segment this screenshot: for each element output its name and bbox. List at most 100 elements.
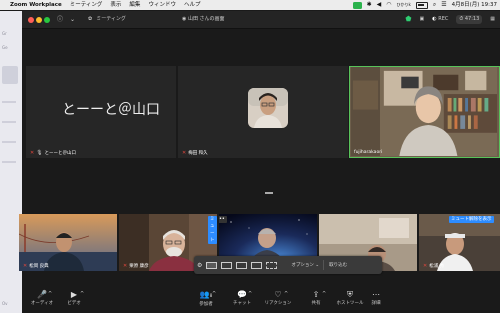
- menu-item-meeting[interactable]: ミーティング: [70, 0, 103, 10]
- participant-label: ✕ 栗原 康彦: [123, 263, 149, 269]
- chevron-up-icon[interactable]: ^: [80, 291, 84, 297]
- mute-button[interactable]: ミュート: [208, 216, 217, 244]
- reactions-label: リアクション: [264, 301, 292, 306]
- chevron-up-icon[interactable]: ^: [322, 291, 326, 297]
- recording-indicator[interactable]: ◐ REC: [432, 11, 448, 28]
- title-bar-right: ⬟ ▣ ◐ REC ⏱ 47:13 ▦: [405, 11, 495, 28]
- more-button[interactable]: ⋯ 詳細: [356, 289, 396, 306]
- ghost-text: Gr: [2, 31, 7, 36]
- options-label: オプション: [291, 263, 314, 268]
- participant-name: 梅田 和久: [188, 151, 208, 156]
- participants-label: 参加者: [199, 302, 213, 307]
- gallery-divider[interactable]: [265, 192, 273, 194]
- reactions-button[interactable]: ♡ ^ リアクション: [258, 289, 298, 306]
- chevron-down-icon[interactable]: ⌄: [70, 11, 75, 28]
- share-layout-bar: ⚙ オプション ⌄ 取り込む: [194, 256, 382, 274]
- participant-tile-umeda[interactable]: ✕ 梅田 和久: [178, 66, 348, 158]
- layout-option-icon[interactable]: [251, 261, 263, 269]
- mic-muted-icon: ✕: [423, 263, 428, 269]
- participant-avatar: [248, 88, 288, 128]
- video-camera-icon: ▶: [70, 290, 78, 299]
- menu-item-help[interactable]: ヘルプ: [184, 0, 201, 10]
- meeting-tab[interactable]: ✿ ミーティング: [88, 11, 126, 28]
- options-dropdown[interactable]: オプション ⌄: [291, 262, 319, 268]
- wifi-icon[interactable]: ◠: [386, 0, 391, 10]
- participant-tile-matsuura[interactable]: ミュート解除を表示 ✕ 松浦 秀: [419, 214, 500, 271]
- ghost-line: [2, 141, 16, 143]
- video-button[interactable]: ▶ ^ ビデオ: [54, 289, 94, 306]
- mic-muted-icon: ✕: [182, 150, 187, 156]
- view-options-icon[interactable]: ▦: [490, 11, 495, 28]
- rec-label: REC: [438, 16, 449, 22]
- ghost-line: [2, 121, 16, 123]
- chat-label: チャット: [233, 301, 251, 306]
- menu-app-name[interactable]: Zoom Workplace: [10, 0, 62, 10]
- battery-icon[interactable]: [415, 1, 428, 9]
- participant-tile-active-speaker[interactable]: fujiharakaori: [349, 66, 500, 158]
- video-label: ビデオ: [67, 301, 81, 306]
- shield-icon[interactable]: ⬟: [405, 11, 411, 28]
- meeting-timer[interactable]: ⏱ 47:13: [456, 15, 483, 24]
- participant-tile-matsuoka[interactable]: ✕ 松岡 良典: [19, 214, 117, 271]
- unmute-request-button[interactable]: ミュート解除を表示: [449, 216, 494, 223]
- more-options-button[interactable]: •••: [219, 216, 227, 223]
- layout-option-icon[interactable]: [221, 261, 233, 269]
- wifi-network-label: ひかりk: [396, 2, 411, 7]
- window-minimize-button[interactable]: [36, 16, 42, 23]
- share-label: 共有: [311, 301, 321, 306]
- paw-icon: ✿: [88, 16, 93, 22]
- ghost-selected-item: [2, 66, 18, 84]
- search-icon[interactable]: ⌕: [433, 0, 436, 10]
- participant-name: fujiharakaori: [354, 150, 383, 155]
- screen-share-indicator[interactable]: ◉ 山田 さんの画面: [182, 11, 225, 28]
- volume-icon[interactable]: ◀: [377, 0, 382, 10]
- menu-item-edit[interactable]: 編集: [129, 0, 140, 10]
- participant-tile-toto[interactable]: とーーと＠山口 ✕ 🎙 とーーと＠山口: [26, 66, 176, 158]
- participant-label: ✕ 松岡 良典: [23, 263, 49, 269]
- ghost-text: Ov: [2, 301, 8, 306]
- participant-video: [350, 67, 498, 156]
- meeting-controls-toolbar: 🎤 ^ オーディオ ▶ ^ ビデオ 👥8 ^ 参加者 💬 ^ チャット ♡ ^ …: [22, 287, 500, 313]
- control-center-icon[interactable]: ☰: [441, 0, 446, 10]
- window-fullscreen-button[interactable]: [44, 16, 50, 23]
- participants-button[interactable]: 👥8 ^ 参加者: [186, 289, 226, 307]
- participant-name: とーーと＠山口: [44, 151, 77, 156]
- more-icon: ⋯: [372, 290, 380, 299]
- participant-label: ✕ 松浦 秀: [423, 263, 444, 269]
- chevron-up-icon[interactable]: ^: [48, 291, 52, 297]
- menu-bar-clock[interactable]: 4月8日(月) 19:37: [452, 0, 497, 10]
- video-gallery: とーーと＠山口 ✕ 🎙 とーーと＠山口 ✕ 梅田 和久 fujiharakaor…: [19, 29, 500, 313]
- participant-label: ✕ 🎙 とーーと＠山口: [30, 150, 76, 156]
- chevron-up-icon[interactable]: ^: [212, 291, 216, 297]
- mic-muted-icon: ✕: [123, 263, 128, 269]
- mic-muted-icon: ✕: [23, 263, 28, 269]
- bluetooth-icon[interactable]: ✱: [367, 0, 372, 10]
- ghost-line: [2, 161, 16, 163]
- mic-muted-icon: ✕: [30, 150, 35, 156]
- meeting-info-icon[interactable]: ⓘ: [57, 11, 63, 28]
- participant-display-name: とーーと＠山口: [62, 102, 160, 118]
- screen-share-icon: ◉: [182, 16, 187, 22]
- window-close-button[interactable]: [28, 16, 34, 23]
- screen-share-label: 山田 さんの画面: [187, 16, 225, 22]
- layout-option-icon[interactable]: [266, 261, 278, 269]
- ghost-text: Ge: [2, 45, 8, 50]
- chat-button[interactable]: 💬 ^ チャット: [222, 289, 262, 306]
- macos-menu-bar: Zoom Workplace ミーティング 表示 編集 ウィンドウ ヘルプ ✱ …: [0, 0, 500, 10]
- chevron-up-icon[interactable]: ^: [248, 291, 252, 297]
- menu-item-view[interactable]: 表示: [110, 0, 121, 10]
- capture-button[interactable]: 取り込む: [329, 262, 347, 268]
- participants-icon: 👥8: [199, 290, 213, 299]
- layout-option-icon[interactable]: [206, 261, 218, 269]
- apps-icon[interactable]: ▣: [420, 11, 425, 28]
- participant-label: ✕ 梅田 和久: [182, 150, 208, 156]
- heart-icon: ♡: [274, 290, 282, 299]
- zoom-status-icon[interactable]: [352, 1, 362, 9]
- settings-icon[interactable]: ⚙: [197, 262, 202, 269]
- menu-item-window[interactable]: ウィンドウ: [148, 0, 176, 10]
- layout-option-icon[interactable]: [236, 261, 248, 269]
- rec-icon: ◐: [432, 16, 437, 22]
- chevron-down-icon: ⌄: [315, 263, 320, 268]
- more-label: 詳細: [371, 301, 381, 306]
- chevron-up-icon[interactable]: ^: [284, 291, 288, 297]
